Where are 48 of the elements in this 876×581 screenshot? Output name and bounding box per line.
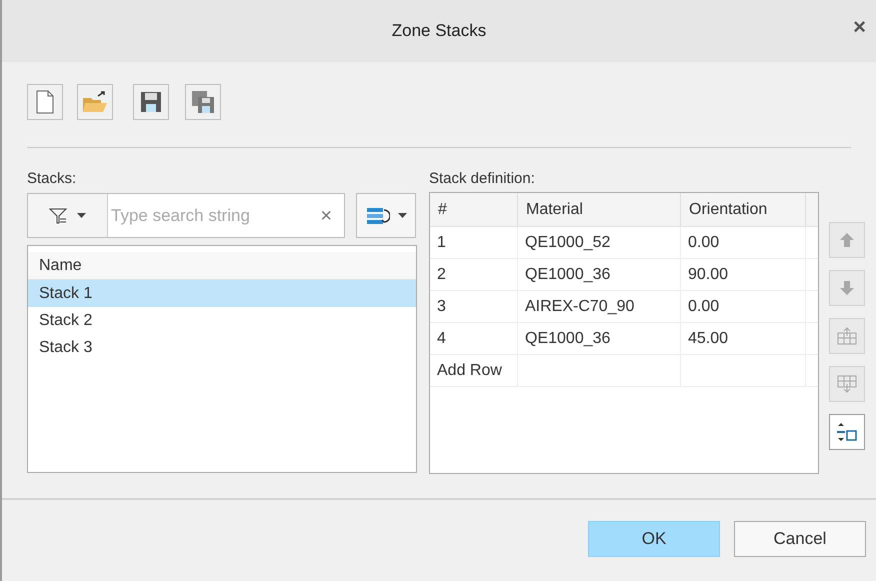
- save-button[interactable]: [133, 84, 169, 120]
- ok-button[interactable]: OK: [588, 521, 720, 557]
- table-cell: 1: [430, 227, 518, 258]
- table-cell: QE1000_36: [518, 323, 681, 354]
- list-refresh-icon: [366, 206, 390, 226]
- open-folder-button[interactable]: [77, 84, 113, 120]
- table-cell: 45.00: [681, 323, 806, 354]
- cancel-button[interactable]: Cancel: [734, 521, 866, 557]
- search-input[interactable]: Type search string: [108, 202, 308, 228]
- save-as-icon: [191, 90, 215, 114]
- stack-item[interactable]: Stack 1: [28, 280, 416, 307]
- down-arrow-icon: [838, 279, 856, 297]
- stack-definition-label: Stack definition:: [429, 170, 536, 188]
- caret-icon: [77, 213, 86, 218]
- insert-row-below-icon: [837, 375, 857, 393]
- column-header: #: [430, 193, 518, 226]
- table-cell: QE1000_52: [518, 227, 681, 258]
- list-header: Name: [28, 252, 416, 280]
- table-cell: 0.00: [681, 227, 806, 258]
- table-cell: 90.00: [681, 259, 806, 290]
- document-icon: [36, 90, 54, 114]
- list-options-button[interactable]: [356, 193, 416, 238]
- column-header: Orientation: [681, 193, 806, 226]
- filter-icon: [49, 206, 67, 224]
- save-as-button[interactable]: [185, 84, 221, 120]
- table-cell: 3: [430, 291, 518, 322]
- search-field[interactable]: Type search string ×: [27, 193, 345, 238]
- side-button[interactable]: [829, 414, 865, 450]
- table-cell: 2: [430, 259, 518, 290]
- add-row-button[interactable]: Add Row: [430, 355, 518, 386]
- close-button[interactable]: ×: [853, 16, 866, 38]
- stack-item[interactable]: Stack 2: [28, 307, 416, 334]
- table-cell: AIREX-C70_90: [518, 291, 681, 322]
- folder-icon: [82, 90, 108, 114]
- stacks-label: Stacks:: [27, 170, 78, 188]
- table-cell: QE1000_36: [518, 259, 681, 290]
- window-title: Zone Stacks: [392, 20, 486, 42]
- filter-dropdown[interactable]: [28, 194, 108, 237]
- insert-row-above-icon: [837, 327, 857, 345]
- table-cell: 4: [430, 323, 518, 354]
- caret-icon: [398, 213, 406, 218]
- clear-button[interactable]: ×: [308, 200, 344, 230]
- stack-item[interactable]: Stack 3: [28, 334, 416, 361]
- spacing-icon: [836, 422, 858, 442]
- table-cell: 0.00: [681, 291, 806, 322]
- column-header: Material: [518, 193, 681, 226]
- new-file-button[interactable]: [27, 84, 63, 120]
- up-arrow-icon: [838, 231, 856, 249]
